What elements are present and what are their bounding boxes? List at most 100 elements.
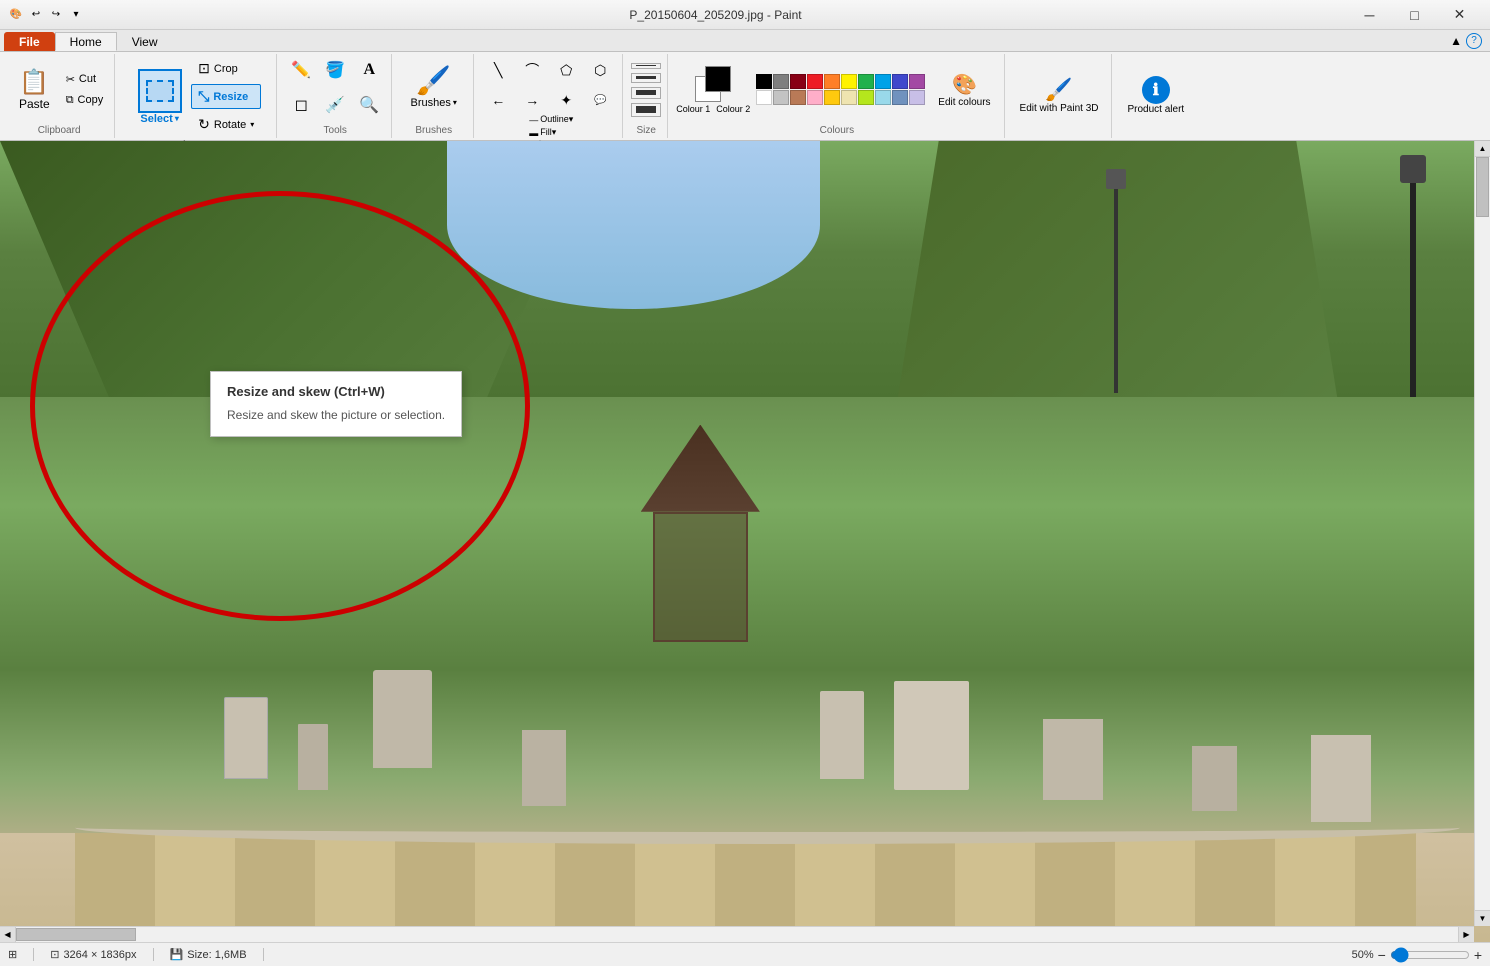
size-4-button[interactable] <box>631 103 661 117</box>
image-group: Select ▾ ⊡ Crop ⤡ Resize <box>117 54 277 138</box>
text-button[interactable]: A <box>353 56 385 84</box>
cemetery-ground <box>0 397 1490 942</box>
brushes-button[interactable]: 🖌️ Brushes ▾ <box>402 56 466 116</box>
tools-grid: ✏️ 🪣 A ◻ 💉 🔍 <box>285 56 385 123</box>
star-button[interactable]: ✦ <box>550 86 582 114</box>
swatch-purple[interactable] <box>909 74 925 89</box>
v-scrollbar[interactable]: ▲ ▼ <box>1474 141 1490 926</box>
title-bar-dropdown[interactable]: ▾ <box>68 7 84 23</box>
swatch-darkred[interactable] <box>790 74 806 89</box>
undo-icon[interactable]: ↩ <box>28 7 44 23</box>
crop-button[interactable]: ⊡ Crop <box>191 56 261 81</box>
edit-paint3d-button[interactable]: 🖌️ Edit with Paint 3D <box>1013 72 1106 119</box>
swatch-lightblue[interactable] <box>875 90 891 105</box>
size-2-button[interactable] <box>631 73 661 83</box>
swatch-lavender[interactable] <box>909 90 925 105</box>
arrow-left-button[interactable]: ← <box>482 86 514 114</box>
tab-file[interactable]: File <box>4 32 55 51</box>
cut-icon: ✂ <box>66 73 75 86</box>
swatch-lightgray[interactable] <box>773 90 789 105</box>
fill-shape-button[interactable]: ▬Fill▾ <box>529 127 573 138</box>
select-label: Select <box>140 113 172 125</box>
select-button[interactable] <box>138 69 182 113</box>
filesize-value: Size: 1,6MB <box>187 949 246 961</box>
colour-selector: Colour 1 Colour 2 <box>676 66 750 114</box>
swatch-lime[interactable] <box>858 90 874 105</box>
colour-1-box[interactable] <box>705 66 731 92</box>
tab-view[interactable]: View <box>117 32 173 51</box>
outline-button[interactable]: —Outline▾ <box>529 114 573 125</box>
zoom-minus-button[interactable]: − <box>1378 947 1386 963</box>
product-alert-button[interactable]: ℹ Product alert <box>1120 71 1191 120</box>
swatch-white[interactable] <box>756 90 772 105</box>
canvas-image[interactable]: Resize and skew (Ctrl+W) Resize and skew… <box>0 141 1490 942</box>
swatch-steelblue[interactable] <box>892 90 908 105</box>
h-scrollbar[interactable]: ◀ ▶ <box>0 926 1474 942</box>
size-3-button[interactable] <box>631 87 661 99</box>
ribbon-content: 📋 Paste ✂ Cut ⧉ Copy Clipboar <box>0 52 1490 140</box>
arrow-right-button[interactable]: → <box>516 86 548 114</box>
scroll-left-button[interactable]: ◀ <box>0 927 16 942</box>
paint3d-icon: 🖌️ <box>1045 77 1072 103</box>
product-alert-label: Product alert <box>1127 104 1184 115</box>
redo-icon[interactable]: ↪ <box>48 7 64 23</box>
polygon-shape-button[interactable]: ⬡ <box>584 56 616 84</box>
rotate-button[interactable]: ↻ Rotate ▾ <box>191 112 261 137</box>
clipboard-label: Clipboard <box>38 123 81 136</box>
zoom-slider[interactable] <box>1390 947 1470 963</box>
zoom-plus-button[interactable]: + <box>1474 947 1482 963</box>
swatch-blue[interactable] <box>892 74 908 89</box>
help-icon[interactable]: ? <box>1466 33 1482 49</box>
minimize-button[interactable]: ─ <box>1347 0 1392 30</box>
eraser-button[interactable]: ◻ <box>285 91 317 119</box>
swatch-orange[interactable] <box>824 74 840 89</box>
cut-button[interactable]: ✂ Cut <box>61 70 109 89</box>
swatch-green[interactable] <box>858 74 874 89</box>
lamp-top-2 <box>1400 155 1426 183</box>
line-shape-button[interactable]: ╲ <box>482 56 514 84</box>
swatch-black[interactable] <box>756 74 772 89</box>
swatch-grid <box>756 74 925 105</box>
swatch-pink[interactable] <box>807 90 823 105</box>
h-scroll-thumb[interactable] <box>16 928 136 941</box>
tooltip-body: Resize and skew the picture or selection… <box>227 407 445 424</box>
resize-button[interactable]: ⤡ Resize <box>191 84 261 109</box>
picker-button[interactable]: 💉 <box>319 91 351 119</box>
window-title: P_20150604_205209.jpg - Paint <box>84 8 1347 22</box>
swatch-gray[interactable] <box>773 74 789 89</box>
zoom-button[interactable]: 🔍 <box>353 91 385 119</box>
swatch-brown[interactable] <box>790 90 806 105</box>
ribbon-collapse-icon[interactable]: ▲ <box>1450 34 1462 48</box>
curve-shape-button[interactable]: ⌒ <box>516 56 548 84</box>
fill-button[interactable]: 🪣 <box>319 56 351 84</box>
ribbon: File Home View ▲ ? 📋 Paste <box>0 30 1490 141</box>
swatch-gold[interactable] <box>824 90 840 105</box>
tab-home[interactable]: Home <box>55 32 117 51</box>
freeform-shape-button[interactable]: ⬠ <box>550 56 582 84</box>
product-alert-icon: ℹ <box>1142 76 1170 104</box>
maximize-button[interactable]: □ <box>1392 0 1437 30</box>
size-1-button[interactable] <box>631 63 661 69</box>
scroll-right-button[interactable]: ▶ <box>1458 927 1474 942</box>
paste-button[interactable]: 📋 Paste <box>10 60 59 120</box>
edit-colours-button[interactable]: 🎨 Edit colours <box>931 67 997 113</box>
paste-icon: 📋 <box>19 68 49 97</box>
scroll-thumb[interactable] <box>1476 157 1489 217</box>
pencil-button[interactable]: ✏️ <box>285 56 317 84</box>
swatch-cyan[interactable] <box>875 74 891 89</box>
swatch-cream[interactable] <box>841 90 857 105</box>
swatch-yellow[interactable] <box>841 74 857 89</box>
scroll-up-button[interactable]: ▲ <box>1475 141 1490 157</box>
swatch-red[interactable] <box>807 74 823 89</box>
callout-button[interactable]: 💬 <box>584 86 616 114</box>
scroll-down-button[interactable]: ▼ <box>1475 910 1490 926</box>
select-label-row[interactable]: Select ▾ <box>140 113 178 125</box>
gravestone-5 <box>820 691 865 778</box>
gazebo-body <box>653 512 748 643</box>
colour2-label: Colour 2 <box>716 104 750 114</box>
rotate-icon: ↻ <box>198 116 210 133</box>
brushes-chevron-icon: ▾ <box>453 98 457 107</box>
close-button[interactable]: ✕ <box>1437 0 1482 30</box>
select-dashed-icon <box>146 80 174 102</box>
copy-button[interactable]: ⧉ Copy <box>61 91 109 110</box>
